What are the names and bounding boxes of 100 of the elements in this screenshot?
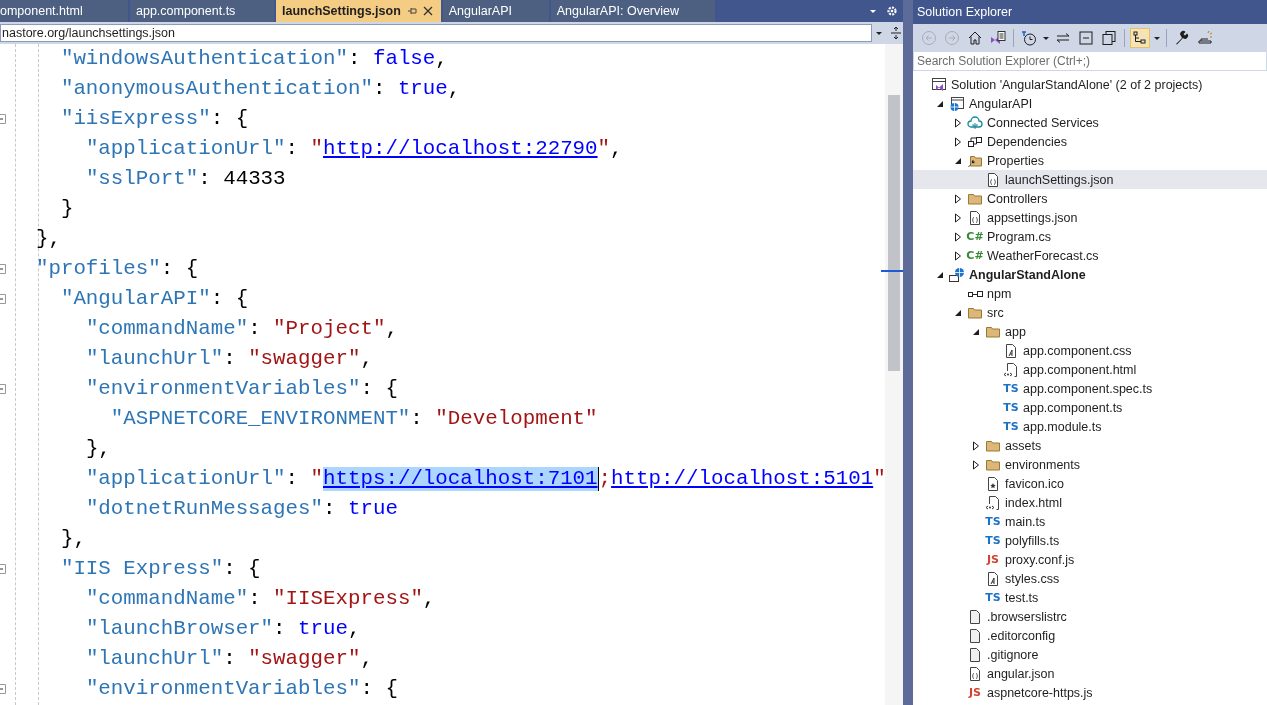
tree-item[interactable]: Connected Services [913, 113, 1267, 132]
document-tab[interactable]: omponent.html [0, 0, 128, 22]
json-string: " [310, 137, 323, 161]
punctuation: : [347, 47, 362, 71]
collapse-icon[interactable] [0, 294, 6, 304]
tree-item[interactable]: assets [913, 436, 1267, 455]
tree-item[interactable]: TS test.ts [913, 588, 1267, 607]
collapse-icon[interactable] [0, 684, 6, 694]
close-icon[interactable] [422, 6, 433, 16]
collapsed-arrow-icon[interactable] [954, 250, 962, 261]
show-all-icon[interactable] [1130, 27, 1150, 48]
tree-item[interactable]: C# WeatherForecast.cs [913, 246, 1267, 265]
collapse-icon[interactable] [0, 384, 6, 394]
tree-item[interactable]: .gitignore [913, 645, 1267, 664]
tree-item[interactable]: AngularStandAlone [913, 265, 1267, 284]
tree-item[interactable]: TS main.ts [913, 512, 1267, 531]
tree-item[interactable]: JS aspnetcore-https.js [913, 683, 1267, 702]
tree-item[interactable]: npm [913, 284, 1267, 303]
tree-item[interactable]: index.html [913, 493, 1267, 512]
tree-item[interactable]: app.component.css [913, 341, 1267, 360]
tree-item[interactable]: Properties [913, 151, 1267, 170]
json-key: "profiles" [35, 257, 161, 281]
collapse-icon[interactable] [0, 564, 6, 574]
collapse-icon[interactable] [0, 264, 6, 274]
settings-icon[interactable] [886, 5, 898, 17]
document-tab[interactable]: app.component.ts [130, 0, 274, 22]
json-file-icon [967, 665, 983, 682]
json-string: "Project" [273, 317, 386, 341]
document-tab[interactable]: launchSettings.json [276, 0, 441, 22]
tree-item[interactable]: src [913, 303, 1267, 322]
file-icon [967, 646, 983, 663]
json-string: "swagger" [248, 647, 361, 671]
split-icon[interactable] [890, 26, 902, 40]
json-string: ; [598, 467, 612, 491]
file-type-icon: TS [985, 591, 1001, 604]
punctuation: : [248, 317, 262, 341]
document-tab[interactable]: AngularAPI [442, 0, 549, 22]
link[interactable]: http://localhost:22790 [323, 137, 598, 161]
tree-item[interactable]: styles.css [913, 569, 1267, 588]
collapsed-arrow-icon[interactable] [954, 117, 962, 128]
json-key: "AngularAPI" [60, 287, 211, 311]
expanded-arrow-icon[interactable] [954, 308, 962, 317]
tree-item[interactable]: TS app.component.spec.ts [913, 379, 1267, 398]
punctuation: : [372, 77, 387, 101]
punctuation: : { [360, 377, 398, 401]
json-string: " [597, 137, 611, 161]
navigation-field[interactable]: nastore.org/launchsettings.json [0, 24, 872, 42]
tree-item[interactable]: C# Program.cs [913, 227, 1267, 246]
expanded-arrow-icon[interactable] [936, 270, 944, 279]
file-type-icon: TS [1003, 420, 1019, 433]
json-key: "environmentVariables" [85, 377, 361, 401]
tree-item[interactable]: appsettings.json [913, 208, 1267, 227]
json-key: "applicationUrl" [85, 137, 286, 161]
file-type-icon: C# [966, 249, 984, 262]
punctuation: , [360, 647, 373, 671]
expanded-arrow-icon[interactable] [936, 99, 944, 108]
collapsed-arrow-icon[interactable] [954, 231, 962, 242]
tree-item[interactable]: .browserslistrc [913, 607, 1267, 626]
tree-item[interactable]: environments [913, 455, 1267, 474]
tree-item[interactable]: angular.json [913, 664, 1267, 683]
tree-item[interactable]: JS proxy.conf.js [913, 550, 1267, 569]
collapsed-arrow-icon[interactable] [954, 212, 962, 223]
file-type-icon: TS [1003, 401, 1019, 414]
tree-item[interactable]: Solution 'AngularStandAlone' (2 of 2 projects) [913, 75, 1267, 94]
punctuation: , [610, 137, 623, 161]
tree-item[interactable]: favicon.ico [913, 474, 1267, 493]
tree-item[interactable]: Controllers [913, 189, 1267, 208]
link[interactable]: https://localhost:7101 [323, 467, 599, 491]
scrollbar-thumb[interactable] [888, 95, 900, 371]
collapsed-arrow-icon[interactable] [954, 136, 962, 147]
tree-item[interactable]: app.component.html [913, 360, 1267, 379]
tree-item[interactable]: AngularAPI [913, 94, 1267, 113]
document-tab[interactable]: AngularAPI: Overview [550, 0, 715, 22]
tree-item[interactable]: TS app.module.ts [913, 417, 1267, 436]
punctuation: : [223, 347, 237, 371]
pin-icon[interactable] [406, 6, 417, 16]
expanded-arrow-icon[interactable] [954, 156, 962, 165]
expanded-arrow-icon[interactable] [972, 327, 980, 336]
tree-item[interactable]: TS polyfills.ts [913, 531, 1267, 550]
json-key: "launchUrl" [85, 647, 224, 671]
punctuation: : [273, 617, 287, 641]
search-field[interactable]: Search Solution Explorer (Ctrl+;) [913, 51, 1267, 71]
tree-item[interactable]: launchSettings.json [913, 170, 1267, 189]
file-icon [967, 627, 983, 644]
file-type-icon: C# [966, 230, 984, 243]
collapsed-arrow-icon[interactable] [972, 440, 980, 451]
tree-item[interactable]: .editorconfig [913, 626, 1267, 645]
link[interactable]: http://localhost:5101 [611, 467, 874, 491]
collapse-icon[interactable] [0, 114, 6, 124]
json-key: "dotnetRunMessages" [85, 497, 323, 521]
css-file-icon [985, 570, 1001, 587]
collapsed-arrow-icon[interactable] [972, 459, 980, 470]
tree-item[interactable]: TS app.component.ts [913, 398, 1267, 417]
collapsed-arrow-icon[interactable] [954, 193, 962, 204]
tree-item[interactable]: Dependencies [913, 132, 1267, 151]
tree-item[interactable]: app [913, 322, 1267, 341]
punctuation: } [60, 197, 74, 221]
punctuation: , [360, 347, 373, 371]
punctuation: : [323, 497, 337, 521]
json-keyword: false [372, 47, 436, 71]
